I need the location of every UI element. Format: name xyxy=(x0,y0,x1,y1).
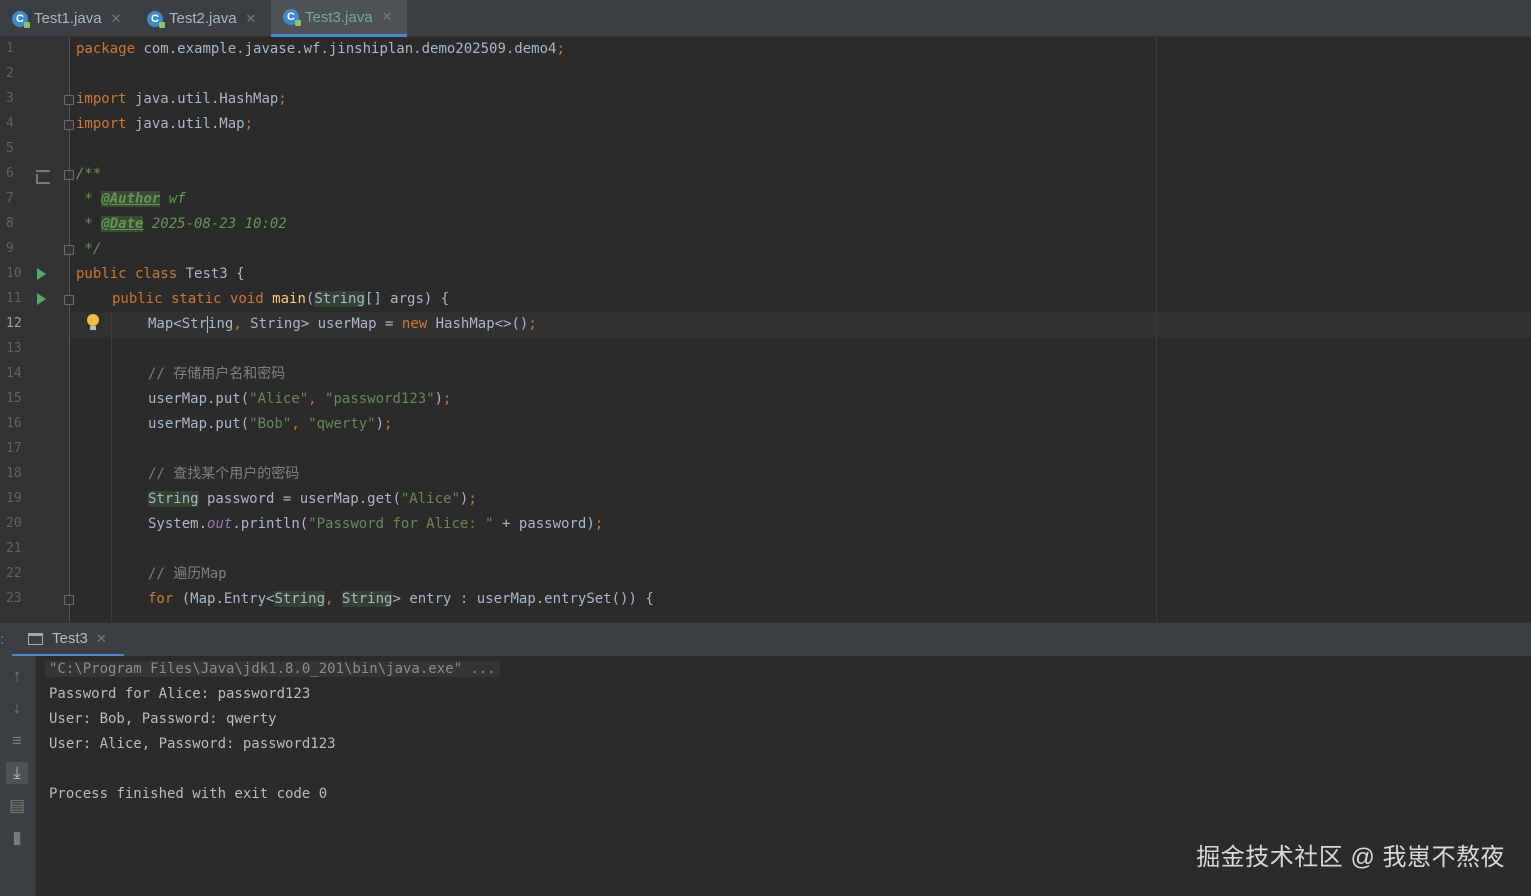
line-number: 3 xyxy=(6,91,14,106)
console-line: "C:\Program Files\Java\jdk1.8.0_201\bin\… xyxy=(45,657,500,682)
trash-icon[interactable]: ▮ xyxy=(6,827,28,849)
arrow-down-icon[interactable]: ↓ xyxy=(6,697,28,719)
tab-label: Test3.java xyxy=(305,8,373,26)
code-line-11: public static void main(String[] args) { xyxy=(112,291,450,307)
code-line-1: package com.example.javase.wf.jinshiplan… xyxy=(76,41,565,57)
java-class-icon: C xyxy=(147,10,165,28)
line-number: 18 xyxy=(6,466,22,481)
console-line: Process finished with exit code 0 xyxy=(49,786,328,802)
run-toolbar: ↑ ↓ ≡ ⤓ ▤ ▮ xyxy=(0,656,36,896)
tab-test1-java[interactable]: C Test1.java ✕ xyxy=(0,0,135,37)
run-main-icon[interactable] xyxy=(37,293,46,305)
fold-icon[interactable] xyxy=(64,95,74,105)
close-icon[interactable]: ✕ xyxy=(382,9,393,25)
tab-test3-java[interactable]: C Test3.java ✕ xyxy=(271,0,407,37)
line-number: 5 xyxy=(6,141,14,156)
run-tab-test3[interactable]: Test3 ✕ xyxy=(12,623,124,657)
line-number: 15 xyxy=(6,391,22,406)
console-icon xyxy=(28,632,43,645)
line-gutter[interactable]: 1 2 3 4 5 6 7 8 9 10 11 12 13 14 15 16 1… xyxy=(0,37,74,622)
rendered-doc-icon[interactable] xyxy=(36,170,50,184)
code-line-4: import java.util.Map; xyxy=(76,116,254,132)
close-icon[interactable]: ✕ xyxy=(96,631,107,647)
run-tab-label: Test3 xyxy=(52,630,88,647)
console-line: Password for Alice: password123 xyxy=(49,686,311,702)
line-number: 20 xyxy=(6,516,22,531)
code-line-15: userMap.put("Alice", "password123"); xyxy=(148,391,452,407)
code-editor[interactable]: 1 2 3 4 5 6 7 8 9 10 11 12 13 14 15 16 1… xyxy=(0,37,1531,622)
line-number: 1 xyxy=(6,41,14,56)
right-margin-guide xyxy=(1156,37,1157,622)
tab-label: Test1.java xyxy=(34,10,102,27)
fold-icon[interactable] xyxy=(64,295,74,305)
print-icon[interactable]: ▤ xyxy=(6,795,28,817)
line-number: 21 xyxy=(6,541,22,556)
code-line-14: // 存储用户名和密码 xyxy=(148,366,286,382)
run-label-fragment: : xyxy=(0,631,5,648)
watermark: 掘金技术社区 @ 我崽不熬夜 xyxy=(1196,844,1505,871)
indent-guide xyxy=(111,312,112,622)
code-line-12: Map<String, String> userMap = new HashMa… xyxy=(148,315,537,333)
line-number: 13 xyxy=(6,341,22,356)
code-line-16: userMap.put("Bob", "qwerty"); xyxy=(148,416,393,432)
code-line-22: // 遍历Map xyxy=(148,566,227,582)
line-number: 17 xyxy=(6,441,22,456)
java-class-icon: C xyxy=(283,9,301,26)
console-line: User: Bob, Password: qwerty xyxy=(49,711,277,727)
close-icon[interactable]: ✕ xyxy=(246,11,257,27)
line-number: 6 xyxy=(6,166,14,181)
line-number: 2 xyxy=(6,66,14,81)
close-icon[interactable]: ✕ xyxy=(111,11,122,27)
code-line-10: public class Test3 { xyxy=(76,266,245,282)
code-line-6: /** xyxy=(76,166,102,182)
code-line-7: * @Author wf xyxy=(76,191,186,207)
editor-tab-bar: C Test1.java ✕ C Test2.java ✕ C Test3.ja… xyxy=(0,0,1531,37)
fold-icon[interactable] xyxy=(64,170,74,180)
lightbulb-icon[interactable] xyxy=(87,314,99,330)
console-line: User: Alice, Password: password123 xyxy=(49,736,336,752)
arrow-up-icon[interactable]: ↑ xyxy=(6,665,28,687)
line-number: 7 xyxy=(6,191,14,206)
tab-test2-java[interactable]: C Test2.java ✕ xyxy=(135,0,270,37)
line-number: 9 xyxy=(6,241,14,256)
java-class-icon: C xyxy=(12,10,30,28)
line-number: 14 xyxy=(6,366,22,381)
code-line-23: for (Map.Entry<String, String> entry : u… xyxy=(148,591,654,607)
scroll-to-end-icon[interactable]: ⤓ xyxy=(6,762,28,784)
fold-icon[interactable] xyxy=(64,120,74,130)
code-line-9: */ xyxy=(76,241,102,257)
line-number: 10 xyxy=(6,266,22,281)
code-line-19: String password = userMap.get("Alice"); xyxy=(148,491,477,507)
line-number: 8 xyxy=(6,216,14,231)
line-number: 22 xyxy=(6,566,22,581)
soft-wrap-icon[interactable]: ≡ xyxy=(6,730,28,752)
line-number: 4 xyxy=(6,116,14,131)
fold-icon[interactable] xyxy=(64,245,74,255)
line-number-current: 12 xyxy=(6,316,22,331)
line-number: 11 xyxy=(6,291,22,306)
code-line-20: System.out.println("Password for Alice: … xyxy=(148,516,604,532)
code-line-3: import java.util.HashMap; xyxy=(76,91,287,107)
run-tool-window-header: : Test3 ✕ xyxy=(0,622,1531,657)
code-line-8: * @Date 2025-08-23 10:02 xyxy=(76,216,287,232)
run-class-icon[interactable] xyxy=(37,268,46,280)
line-number: 23 xyxy=(6,591,22,606)
line-number: 19 xyxy=(6,491,22,506)
line-number: 16 xyxy=(6,416,22,431)
tab-label: Test2.java xyxy=(169,10,237,27)
fold-icon[interactable] xyxy=(64,595,74,605)
code-line-18: // 查找某个用户的密码 xyxy=(148,466,300,482)
